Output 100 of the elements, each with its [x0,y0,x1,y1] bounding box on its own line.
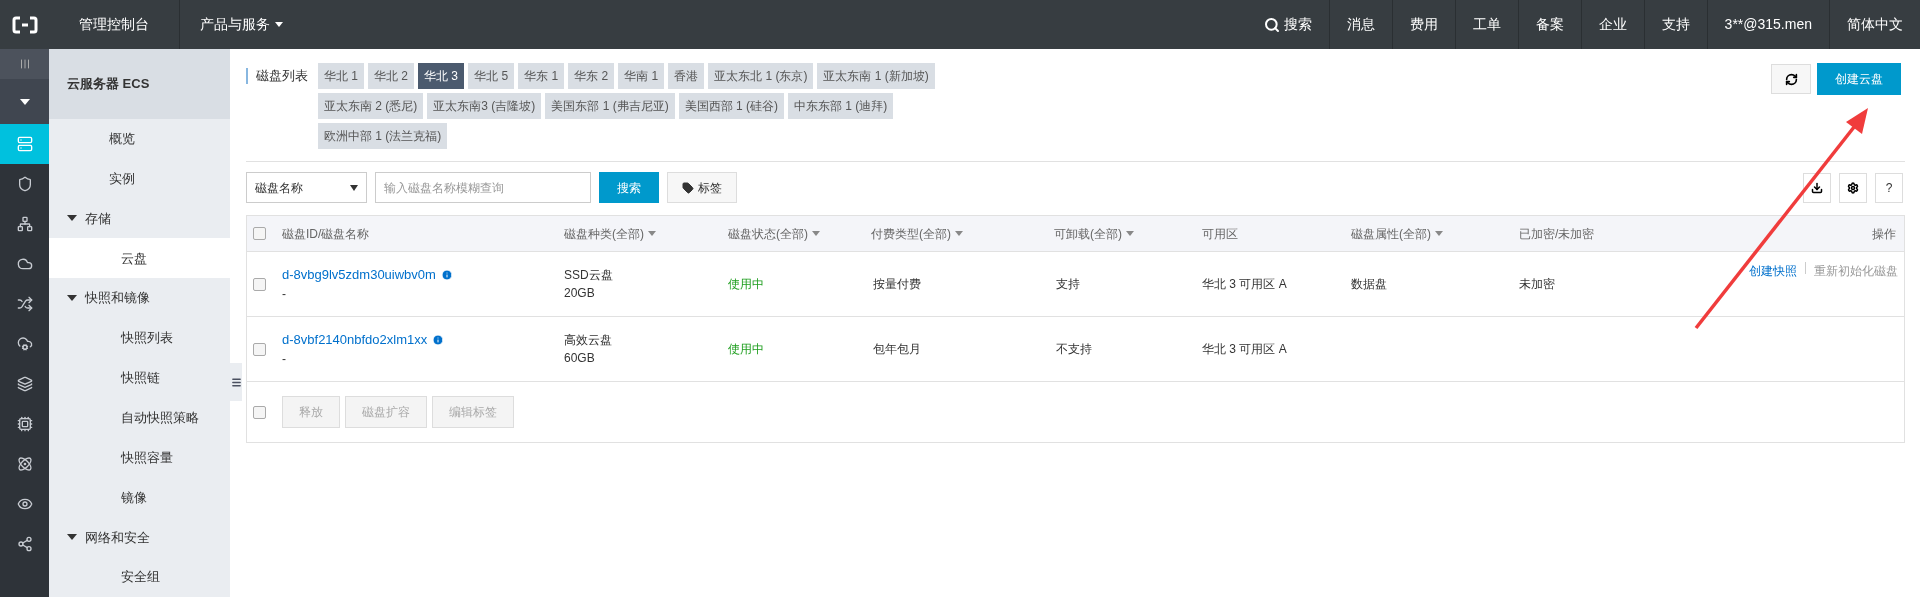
rail-toggle[interactable] [0,79,49,124]
table-cell-text: 包年包月 [873,341,922,358]
cloud-icon [16,336,33,352]
region-tab[interactable]: 亚太东南 1 (新加坡) [817,63,935,89]
search-icon [1263,16,1280,33]
search-button[interactable]: 搜索 [599,172,659,203]
region-tab[interactable]: 华北 5 [468,63,515,89]
sidebar-item[interactable]: 快照容量 [49,437,230,478]
caret-icon [648,231,656,236]
checkbox[interactable] [253,342,266,356]
table-cell-text: 数据盘 [1351,276,1388,293]
region-tab[interactable]: 亚太东南 2 (悉尼) [318,93,424,119]
sidebar-item[interactable]: 自动快照策略 [49,397,230,438]
column-header: 操作 [1872,225,1896,243]
search-field[interactable]: 输入磁盘名称模糊查询 [375,172,591,203]
settings-icon [1847,181,1859,194]
nav-link[interactable]: 企业 [1580,0,1644,49]
sidebar-item[interactable]: 镜像 [49,477,230,518]
table-cell-text: 华北 3 可用区 A [1202,341,1288,358]
region-tab[interactable]: 华南 1 [618,63,665,89]
collapse-handle[interactable] [230,363,242,401]
network-icon [16,216,33,232]
region-tab[interactable]: 香港 [668,63,705,89]
sidebar-item[interactable]: 快照链 [49,357,230,398]
nav-link[interactable]: 支持 [1643,0,1707,49]
checkbox[interactable] [253,277,266,291]
caret-icon [67,295,77,302]
caret-icon [812,231,820,236]
region-tab[interactable]: 华东 2 [568,63,615,89]
sidebar-item[interactable]: 安全组 [49,557,230,597]
grip-icon [18,58,31,70]
table-cell-text: SSD云盘 [564,267,614,284]
column-header[interactable]: 付费类型(全部) [871,224,963,243]
sidebar-group[interactable]: 网络和安全 [49,517,230,558]
export-icon [1811,181,1823,194]
refresh-icon [1784,72,1798,86]
region-tab[interactable]: 美国西部 1 (硅谷) [678,93,785,119]
column-header[interactable]: 可卸载(全部) [1054,224,1134,243]
info-icon[interactable] [432,334,445,346]
logo-icon[interactable] [11,15,38,34]
nav-link[interactable]: 工单 [1454,0,1518,49]
nav-link[interactable]: 费用 [1391,0,1455,49]
help-button[interactable]: ? [1875,172,1903,203]
filter-select[interactable]: 磁盘名称 [246,172,367,203]
region-tab[interactable]: 华北 3 [418,63,465,89]
shield-icon [16,176,33,192]
checkbox[interactable] [253,405,266,419]
sidebar-item[interactable]: 实例 [49,158,230,199]
sidebar-group[interactable]: 快照和镜像 [49,278,230,319]
rail-handle[interactable] [0,49,49,79]
disk-name: - [282,350,287,368]
table-cell-text: 华北 3 可用区 A [1202,276,1288,293]
menu-icon [230,376,242,388]
column-header: 已加密/未加密 [1519,225,1595,243]
region-tab[interactable]: 欧洲中部 1 (法兰克福) [318,123,448,149]
disk-id-link[interactable]: d-8vbf2140nbfdo2xlm1xx [282,330,428,350]
nav-link[interactable]: 3**@315.men [1706,0,1829,49]
caret-icon [1126,231,1134,236]
table-cell-text: 未加密 [1519,276,1556,293]
create-disk-button[interactable]: 创建云盘 [1817,63,1901,95]
refresh-button[interactable] [1771,64,1811,94]
sidebar-group[interactable]: 存储 [49,198,230,239]
info-icon[interactable] [440,269,453,281]
sidebar-item[interactable]: 云盘 [49,238,230,279]
settings-button[interactable] [1839,172,1867,203]
region-tab[interactable]: 亚太东南3 (吉隆坡) [427,93,542,119]
nav-link[interactable]: 备案 [1517,0,1581,49]
action-link[interactable]: 重新初始化磁盘 [1814,262,1898,280]
shuffle-icon [16,296,33,312]
server-icon [16,136,33,152]
region-tab[interactable]: 亚太东北 1 (东京) [708,63,814,89]
region-tab[interactable]: 美国东部 1 (弗吉尼亚) [545,93,675,119]
column-header[interactable]: 磁盘种类(全部) [564,224,656,243]
atom-icon [16,456,33,472]
disk-name: - [282,285,287,303]
column-header[interactable]: 磁盘属性(全部) [1351,224,1443,243]
region-tab[interactable]: 华东 1 [518,63,565,89]
layers-icon [16,376,33,392]
table-cell-text: 高效云盘 [564,332,613,349]
table-cell-text: 使用中 [728,276,765,293]
sidebar-item[interactable]: 快照列表 [49,318,230,358]
products-menu[interactable]: 产品与服务 [180,0,304,49]
nav-link[interactable]: 消息 [1328,0,1392,49]
table-cell-text: 20GB [564,285,596,302]
region-tab[interactable]: 中东东部 1 (迪拜) [788,93,894,119]
region-tab[interactable]: 华北 2 [368,63,415,89]
disk-id-link[interactable]: d-8vbg9lv5zdm30uiwbv0m [282,265,436,285]
region-tab[interactable]: 华北 1 [318,63,364,89]
action-link[interactable]: 创建快照 [1749,262,1797,280]
nav-link[interactable]: 简体中文 [1829,0,1920,49]
export-button[interactable] [1803,172,1831,203]
column-header[interactable]: 磁盘状态(全部) [728,224,820,243]
tag-button[interactable]: 标签 [667,172,737,203]
caret-icon [19,98,30,105]
column-header: 可用区 [1202,225,1238,243]
table-cell-text: 按量付费 [873,276,922,293]
sidebar-item[interactable]: 概览 [49,118,230,159]
checkbox[interactable] [253,227,266,240]
caret-icon [67,534,77,541]
search-link[interactable]: 搜索 [1246,0,1329,49]
